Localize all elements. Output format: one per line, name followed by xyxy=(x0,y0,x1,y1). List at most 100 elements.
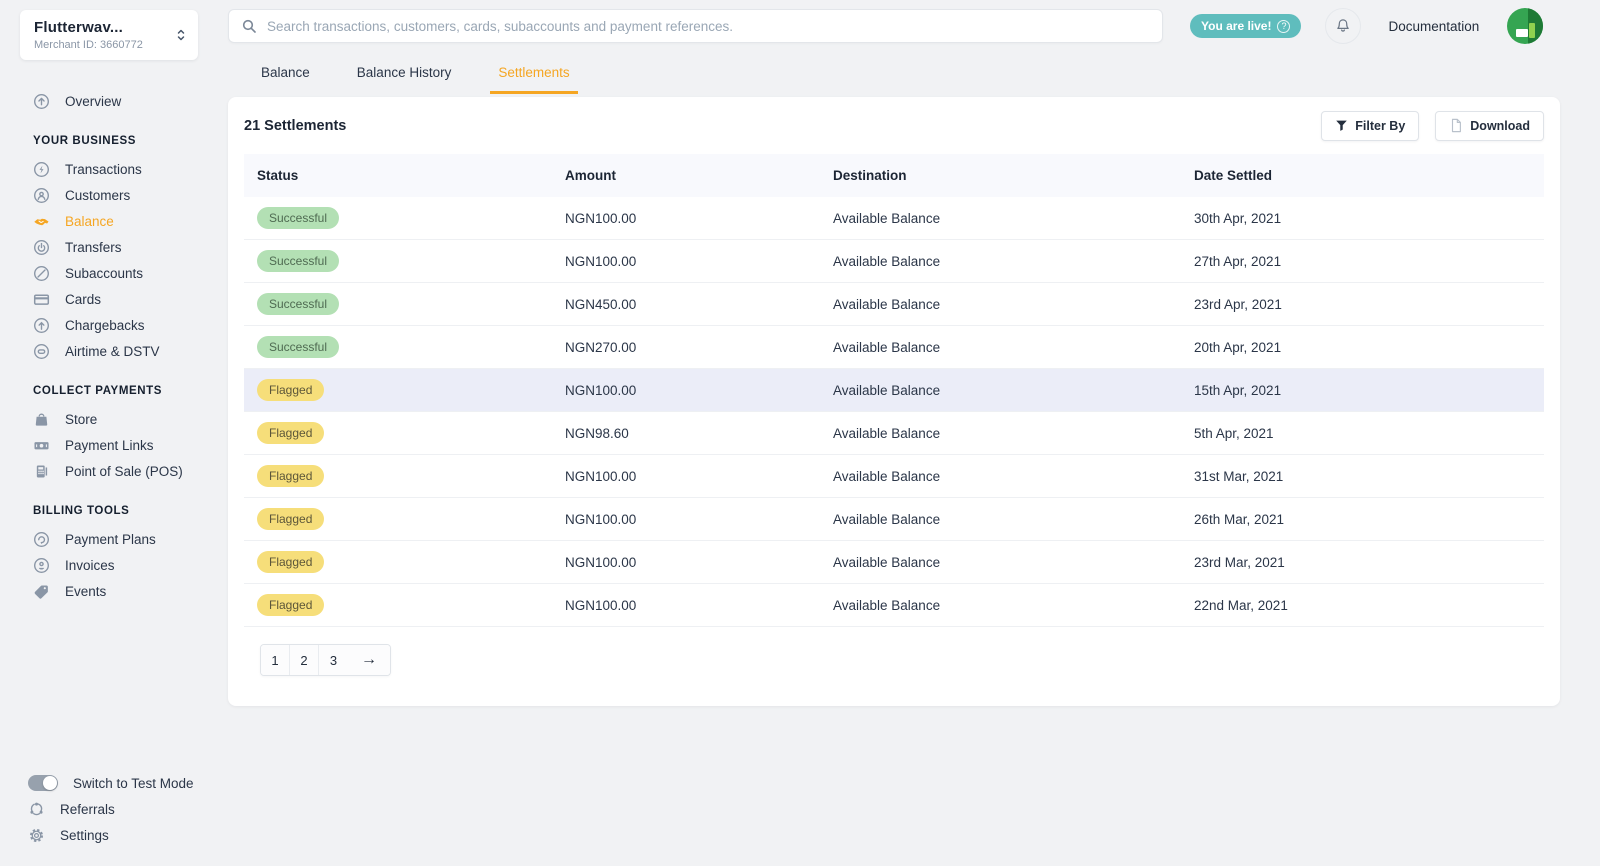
destination-cell: Available Balance xyxy=(833,253,941,269)
search-box xyxy=(228,9,1163,43)
sidebar-item-label: Referrals xyxy=(60,801,115,817)
overview-icon xyxy=(33,93,50,110)
sidebar-item-overview[interactable]: Overview xyxy=(33,88,228,114)
sidebar-item-point-of-sale-pos[interactable]: Point of Sale (POS) xyxy=(33,458,228,484)
sidebar-item-balance[interactable]: Balance xyxy=(33,208,228,234)
date-settled-cell: 26th Mar, 2021 xyxy=(1194,511,1285,527)
search-input[interactable] xyxy=(267,18,1150,34)
sidebar-item-label: Payment Plans xyxy=(65,531,156,547)
date-settled-cell: 15th Apr, 2021 xyxy=(1194,382,1282,398)
next-page-button[interactable]: → xyxy=(348,645,390,675)
destination-cell: Available Balance xyxy=(833,296,941,312)
user-avatar[interactable] xyxy=(1507,8,1544,44)
tab-balance-history[interactable]: Balance History xyxy=(349,59,460,94)
documentation-link[interactable]: Documentation xyxy=(1388,19,1479,34)
table-row[interactable]: Successful NGN100.00 Available Balance 3… xyxy=(244,197,1544,240)
table-row[interactable]: Flagged NGN100.00 Available Balance 15th… xyxy=(244,369,1544,412)
sidebar-item-settings[interactable]: Settings xyxy=(28,822,228,848)
sidebar-item-invoices[interactable]: Invoices xyxy=(33,552,228,578)
page-button-3[interactable]: 3 xyxy=(319,645,348,675)
column-header-destination: Destination xyxy=(833,168,907,183)
airtime-icon xyxy=(33,343,50,360)
amount-cell: NGN100.00 xyxy=(565,468,637,484)
status-badge: Flagged xyxy=(257,508,325,530)
notifications-button[interactable] xyxy=(1325,8,1362,44)
column-header-status: Status xyxy=(257,168,299,183)
table-row[interactable]: Flagged NGN100.00 Available Balance 22nd… xyxy=(244,584,1544,627)
date-settled-cell: 22nd Mar, 2021 xyxy=(1194,597,1288,613)
amount-cell: NGN98.60 xyxy=(565,425,629,441)
table-row[interactable]: Flagged NGN100.00 Available Balance 23rd… xyxy=(244,541,1544,584)
page-button-1[interactable]: 1 xyxy=(261,645,290,675)
sidebar-item-referrals[interactable]: Referrals xyxy=(28,796,228,822)
transfers-icon xyxy=(33,239,50,256)
column-header-date-settled: Date Settled xyxy=(1194,168,1273,183)
merchant-id: Merchant ID: 3660772 xyxy=(34,39,143,51)
amount-cell: NGN450.00 xyxy=(565,296,637,312)
customers-icon xyxy=(33,187,50,204)
payment-plans-icon xyxy=(33,531,50,548)
table-row[interactable]: Flagged NGN100.00 Available Balance 31st… xyxy=(244,455,1544,498)
table-row[interactable]: Flagged NGN98.60 Available Balance 5th A… xyxy=(244,412,1544,455)
merchant-switcher[interactable]: Flutterwav... Merchant ID: 3660772 xyxy=(20,10,198,60)
section-title-your-business: YOUR BUSINESS xyxy=(33,135,137,147)
balance-icon xyxy=(33,213,50,230)
pagination: 123 → xyxy=(260,644,391,676)
card-header: 21 Settlements Filter By Download xyxy=(228,97,1560,154)
amount-cell: NGN270.00 xyxy=(565,339,637,355)
sidebar-item-label: Airtime & DSTV xyxy=(65,343,160,359)
sidebar-item-transfers[interactable]: Transfers xyxy=(33,234,228,260)
download-button[interactable]: Download xyxy=(1435,110,1544,141)
filter-by-button[interactable]: Filter By xyxy=(1321,110,1420,141)
table-row[interactable]: Successful NGN450.00 Available Balance 2… xyxy=(244,283,1544,326)
arrow-right-icon: → xyxy=(361,651,377,668)
events-icon xyxy=(33,583,50,600)
amount-cell: NGN100.00 xyxy=(565,511,637,527)
section-title-billing-tools: BILLING TOOLS xyxy=(33,505,130,517)
amount-cell: NGN100.00 xyxy=(565,382,637,398)
chevron-updown-icon xyxy=(174,27,188,43)
table-body: Successful NGN100.00 Available Balance 3… xyxy=(244,197,1544,627)
table-row[interactable]: Successful NGN270.00 Available Balance 2… xyxy=(244,326,1544,369)
sidebar-item-transactions[interactable]: Transactions xyxy=(33,156,228,182)
test-mode-toggle[interactable] xyxy=(28,775,58,791)
test-mode-label: Switch to Test Mode xyxy=(73,775,194,791)
topbar: You are live! ? Documentation xyxy=(228,8,1560,44)
app-root: Flutterwav... Merchant ID: 3660772 Overv… xyxy=(0,0,1600,866)
page-button-2[interactable]: 2 xyxy=(290,645,319,675)
table-row[interactable]: Flagged NGN100.00 Available Balance 26th… xyxy=(244,498,1544,541)
sidebar-item-cards[interactable]: Cards xyxy=(33,286,228,312)
section-billing-tools: Payment Plans Invoices Events xyxy=(33,526,228,604)
store-icon xyxy=(33,411,50,428)
destination-cell: Available Balance xyxy=(833,210,941,226)
sidebar-item-payment-plans[interactable]: Payment Plans xyxy=(33,526,228,552)
sidebar-item-label: Invoices xyxy=(65,557,115,573)
sidebar-item-customers[interactable]: Customers xyxy=(33,182,228,208)
table-row[interactable]: Successful NGN100.00 Available Balance 2… xyxy=(244,240,1544,283)
sidebar-item-chargebacks[interactable]: Chargebacks xyxy=(33,312,228,338)
sidebar-item-events[interactable]: Events xyxy=(33,578,228,604)
live-status-badge[interactable]: You are live! ? xyxy=(1190,14,1302,38)
payment-links-icon xyxy=(33,437,50,454)
sidebar-item-payment-links[interactable]: Payment Links xyxy=(33,432,228,458)
sidebar-item-label: Transfers xyxy=(65,239,122,255)
sidebar: Flutterwav... Merchant ID: 3660772 Overv… xyxy=(0,0,228,866)
referrals-icon xyxy=(28,801,45,818)
tab-balance[interactable]: Balance xyxy=(253,59,318,94)
chargebacks-icon xyxy=(33,317,50,334)
sidebar-item-label: Cards xyxy=(65,291,102,307)
sidebar-item-store[interactable]: Store xyxy=(33,406,228,432)
sidebar-item-subaccounts[interactable]: Subaccounts xyxy=(33,260,228,286)
sidebar-item-label: Chargebacks xyxy=(65,317,145,333)
status-badge: Flagged xyxy=(257,422,325,444)
tab-settlements[interactable]: Settlements xyxy=(490,59,578,94)
section-your-business: Transactions Customers Balance Transfers… xyxy=(33,156,228,364)
column-header-amount: Amount xyxy=(565,168,616,183)
cards-icon xyxy=(33,291,50,308)
sidebar-item-airtime-dstv[interactable]: Airtime & DSTV xyxy=(33,338,228,364)
date-settled-cell: 23rd Apr, 2021 xyxy=(1194,296,1282,312)
test-mode-row: Switch to Test Mode xyxy=(28,770,228,796)
subaccounts-icon xyxy=(33,265,50,282)
date-settled-cell: 27th Apr, 2021 xyxy=(1194,253,1282,269)
amount-cell: NGN100.00 xyxy=(565,554,637,570)
